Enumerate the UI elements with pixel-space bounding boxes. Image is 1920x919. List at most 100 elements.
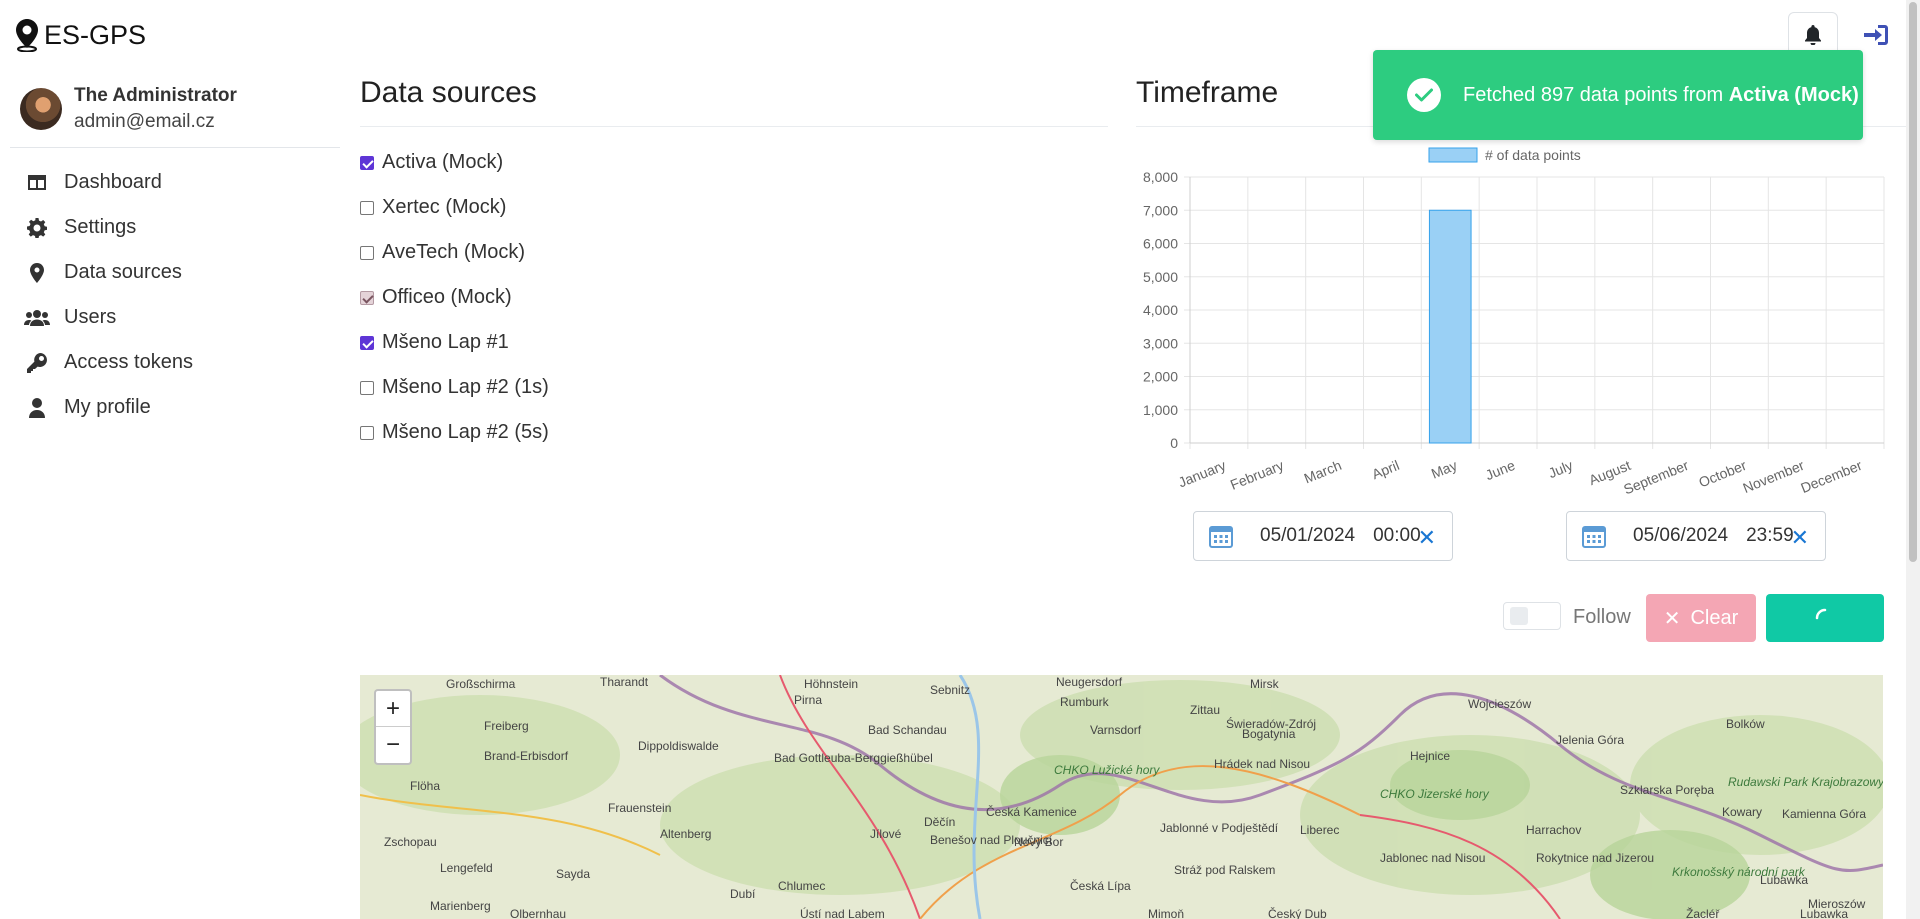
load-button[interactable]	[1766, 594, 1884, 642]
clear-from-icon[interactable]: ✕	[1418, 525, 1436, 551]
map-place-label: Świeradów-Zdrój	[1226, 717, 1317, 731]
source-label: Mšeno Lap #2 (5s)	[382, 421, 549, 443]
divider	[360, 126, 1108, 127]
y-tick-label: 8,000	[1143, 169, 1178, 185]
avatar	[20, 87, 62, 130]
x-tick-label: June	[1483, 457, 1517, 483]
source-officeo[interactable]: Officeo (Mock)	[360, 275, 549, 320]
map-place-label: Bad Gottleuba-Berggießhübel	[774, 751, 933, 765]
map-place-label: Stráž pod Ralskem	[1174, 863, 1276, 877]
map-zoom-controls: + −	[374, 689, 412, 765]
clear-to-icon[interactable]: ✕	[1791, 525, 1809, 551]
zoom-out-button[interactable]: −	[376, 727, 410, 763]
map-place-label: Nový Bor	[1014, 835, 1064, 849]
map-place-label: Jelenia Góra	[1556, 733, 1625, 747]
map-place-label: Höhnstein	[804, 677, 859, 691]
map-place-label: CHKO Jizerské hory	[1380, 787, 1489, 801]
map-place-label: Varnsdorf	[1090, 723, 1142, 737]
bar	[1428, 209, 1472, 444]
sidebar-item-label: Settings	[64, 216, 137, 238]
map-place-label: Bolków	[1726, 717, 1765, 731]
logout-icon[interactable]	[1863, 24, 1889, 46]
source-checkbox[interactable]	[360, 200, 374, 215]
map-place-label: Ústí nad Labem	[800, 907, 885, 919]
profile-name: The Administrator	[74, 84, 237, 106]
source-avetech[interactable]: AveTech (Mock)	[360, 230, 549, 275]
source-checkbox[interactable]	[360, 290, 374, 305]
source-activa[interactable]: Activa (Mock)	[360, 140, 549, 185]
close-icon: ✕	[1663, 607, 1681, 630]
y-tick-label: 4,000	[1143, 302, 1178, 318]
map-place-label: Rumburk	[1060, 695, 1109, 709]
page-scrollbar[interactable]	[1906, 0, 1920, 919]
map-place-label: Hejnice	[1410, 749, 1451, 763]
map-place-label: Dubí	[730, 887, 756, 901]
source-checkbox[interactable]	[360, 245, 374, 260]
success-toast[interactable]: Fetched 897 data points from Activa (Moc…	[1373, 50, 1863, 140]
sidebar-item-label: My profile	[64, 396, 151, 418]
x-tick-label: January	[1176, 457, 1228, 490]
map-place-label: Mimoň	[1148, 907, 1185, 919]
check-circle-icon	[1407, 78, 1441, 112]
sidebar-item-dashboard[interactable]: Dashboard	[10, 160, 340, 205]
sidebar-item-users[interactable]: Users	[10, 295, 340, 340]
map[interactable]: Großschirma Tharandt Höhnstein Sebnitz Neuge…	[360, 675, 1883, 919]
source-mseno-lap-2-1s[interactable]: Mšeno Lap #2 (1s)	[360, 365, 549, 410]
toast-source: Activa (Mock)	[1728, 83, 1859, 106]
map-pin-icon	[24, 262, 50, 283]
sidebar-item-data-sources[interactable]: Data sources	[10, 250, 340, 295]
gear-icon	[24, 217, 50, 238]
map-place-label: Großschirma	[446, 677, 516, 691]
source-checkbox[interactable]	[360, 380, 374, 395]
map-place-label: Rudawski Park Krajobrazowy	[1728, 775, 1883, 789]
timeframe-from-input[interactable]: 05/01/2024 00:00 ✕	[1193, 511, 1453, 561]
source-checkbox[interactable]	[360, 425, 374, 440]
follow-toggle[interactable]	[1503, 602, 1561, 630]
zoom-in-button[interactable]: +	[376, 691, 410, 727]
legend-swatch	[1428, 147, 1478, 163]
source-label: AveTech (Mock)	[382, 241, 526, 263]
sidebar-item-my-profile[interactable]: My profile	[10, 385, 340, 430]
clear-button[interactable]: ✕ Clear	[1646, 594, 1756, 642]
data-points-chart: # of data points 0 1,000 2,000 3,000 4,000 5,0…	[1143, 147, 1885, 498]
calendar-icon[interactable]	[1208, 523, 1234, 549]
app-brand[interactable]: ES-GPS	[14, 18, 146, 52]
sidebar-item-label: Users	[64, 306, 117, 328]
x-tick-label: February	[1228, 457, 1286, 493]
y-tick-label: 3,000	[1143, 335, 1178, 351]
source-mseno-lap-1[interactable]: Mšeno Lap #1	[360, 320, 549, 365]
y-tick-label: 6,000	[1143, 236, 1178, 252]
sidebar: The Administrator admin@email.cz Dashboa…	[10, 80, 340, 430]
sidebar-item-settings[interactable]: Settings	[10, 205, 340, 250]
map-place-label: Altenberg	[660, 827, 712, 841]
x-tick-label: November	[1740, 457, 1806, 496]
source-checkbox[interactable]	[360, 335, 374, 350]
source-label: Officeo (Mock)	[382, 286, 512, 308]
map-place-label: Liberec	[1300, 823, 1340, 837]
loading-spinner-icon	[1815, 608, 1827, 620]
map-place-label: Lengefeld	[440, 861, 493, 875]
source-xertec[interactable]: Xertec (Mock)	[360, 185, 549, 230]
user-profile-card[interactable]: The Administrator admin@email.cz	[10, 80, 340, 148]
x-tick-label: September	[1621, 457, 1691, 498]
x-tick-label: October	[1696, 457, 1748, 491]
x-tick-label: May	[1429, 457, 1460, 482]
timeframe-to-input[interactable]: 05/06/2024 23:59 ✕	[1566, 511, 1826, 561]
source-mseno-lap-2-5s[interactable]: Mšeno Lap #2 (5s)	[360, 410, 549, 455]
sidebar-item-label: Access tokens	[64, 351, 193, 373]
sidebar-item-access-tokens[interactable]: Access tokens	[10, 340, 340, 385]
calendar-icon[interactable]	[1581, 523, 1607, 549]
source-checkbox[interactable]	[360, 155, 374, 170]
map-place-label: Neugersdorf	[1056, 675, 1123, 689]
map-place-label: Freiberg	[484, 719, 529, 733]
map-place-label: Dippoldiswalde	[638, 739, 719, 753]
scrollbar-thumb[interactable]	[1909, 2, 1917, 562]
map-place-label: Bad Schandau	[868, 723, 947, 737]
map-place-label: Tharandt	[600, 675, 649, 689]
map-place-label: CHKO Lužické hory	[1054, 763, 1160, 777]
map-place-label: Jablonné v Podještědí	[1160, 821, 1279, 835]
map-place-label: Hrádek nad Nisou	[1214, 757, 1311, 771]
source-label: Mšeno Lap #2 (1s)	[382, 376, 549, 398]
clear-button-label: Clear	[1690, 606, 1739, 629]
to-date: 05/06/2024	[1633, 525, 1729, 546]
